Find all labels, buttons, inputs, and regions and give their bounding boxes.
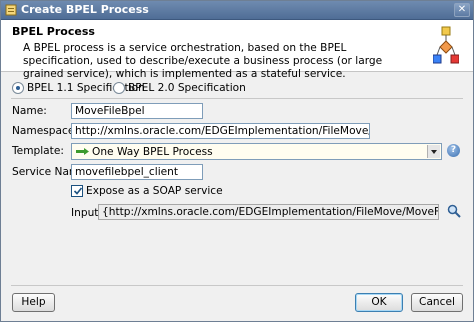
radio-label-bpel-20: BPEL 2.0 Specification bbox=[128, 82, 246, 94]
expose-soap-checkbox[interactable] bbox=[71, 185, 83, 197]
namespace-field[interactable]: http://xmlns.oracle.com/EDGEImplementati… bbox=[71, 123, 370, 139]
divider bbox=[11, 98, 463, 99]
close-icon: ✕ bbox=[457, 4, 467, 15]
template-value: One Way BPEL Process bbox=[92, 146, 213, 158]
radio-button-bpel-11[interactable] bbox=[12, 82, 24, 94]
dialog-title: Create BPEL Process bbox=[21, 3, 149, 16]
header-panel: BPEL Process A BPEL process is a service… bbox=[1, 20, 473, 80]
arrow-right-icon bbox=[76, 148, 89, 155]
help-circle-icon[interactable]: ? bbox=[447, 144, 460, 157]
expose-soap-label: Expose as a SOAP service bbox=[86, 185, 223, 197]
radio-bpel-20[interactable]: BPEL 2.0 Specification bbox=[113, 81, 246, 95]
template-select[interactable]: One Way BPEL Process bbox=[71, 143, 442, 160]
name-label: Name: bbox=[12, 105, 47, 117]
create-bpel-process-dialog: Create BPEL Process ✕ BPEL Process A BPE… bbox=[0, 0, 474, 322]
name-field[interactable]: MoveFileBpel bbox=[71, 103, 203, 119]
title-bar[interactable]: Create BPEL Process ✕ bbox=[1, 1, 473, 20]
bpel-process-icon bbox=[5, 4, 17, 16]
close-button[interactable]: ✕ bbox=[454, 3, 470, 17]
radio-button-bpel-20[interactable] bbox=[113, 82, 125, 94]
chevron-down-icon[interactable] bbox=[427, 145, 440, 158]
header-title: BPEL Process bbox=[12, 25, 95, 38]
ok-button[interactable]: OK bbox=[355, 293, 403, 312]
namespace-label: Namespace: bbox=[12, 125, 78, 137]
check-icon bbox=[73, 187, 83, 195]
button-bar-divider bbox=[11, 285, 463, 286]
service-name-field[interactable]: movefilebpel_client bbox=[71, 164, 203, 180]
cancel-button[interactable]: Cancel bbox=[411, 293, 463, 312]
input-field[interactable]: {http://xmlns.oracle.com/EDGEImplementat… bbox=[98, 204, 439, 220]
help-button[interactable]: Help bbox=[12, 293, 55, 312]
bpel-diagram-icon bbox=[433, 26, 459, 64]
template-label: Template: bbox=[12, 145, 64, 157]
search-icon[interactable] bbox=[447, 204, 461, 218]
header-description: A BPEL process is a service orchestratio… bbox=[23, 42, 383, 80]
